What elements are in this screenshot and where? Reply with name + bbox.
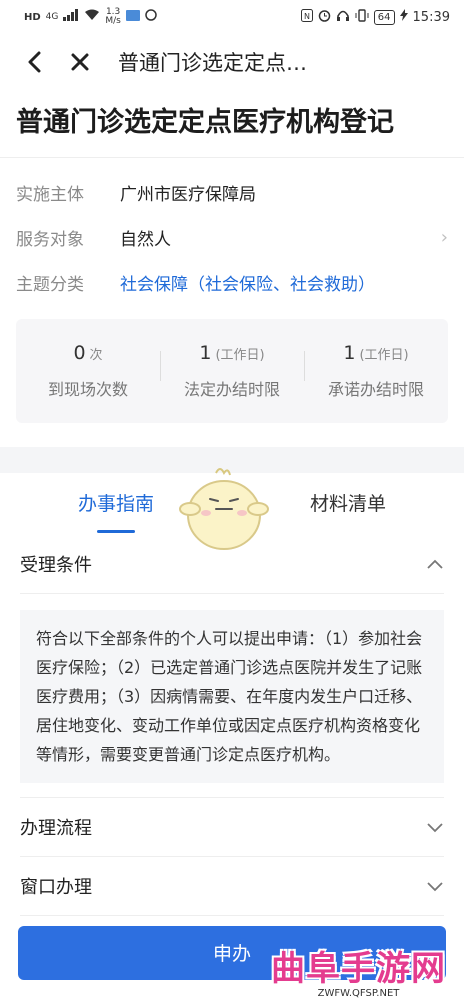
section-title: 办理流程 bbox=[20, 818, 92, 839]
signal-label: 4G bbox=[45, 12, 59, 22]
wifi-icon bbox=[84, 9, 100, 25]
section-body: 符合以下全部条件的个人可以提出申请：（1）参加社会医疗保险；（2）已选定普通门诊… bbox=[20, 610, 444, 783]
nfc-icon: N bbox=[300, 8, 313, 26]
info-label: 主题分类 bbox=[16, 275, 84, 295]
notification-icon bbox=[125, 9, 140, 25]
headphones-icon bbox=[336, 9, 350, 26]
info-row-category: 主题分类 社会保障（社会保险、社会救助） bbox=[16, 260, 448, 305]
chevron-right-icon: › bbox=[440, 227, 448, 248]
back-button[interactable] bbox=[18, 46, 50, 78]
info-value: 自然人 bbox=[120, 230, 171, 250]
page-title: 普通门诊选定定点医疗机构登记 bbox=[0, 90, 464, 158]
charging-icon bbox=[399, 9, 408, 25]
battery-level: 64 bbox=[373, 9, 395, 25]
section-title: 窗口办理 bbox=[20, 877, 92, 898]
stat-label: 到现场次数 bbox=[47, 380, 128, 399]
svg-text:N: N bbox=[304, 12, 310, 21]
chevron-left-icon bbox=[28, 51, 41, 73]
network-speed: 1.3 M/s bbox=[105, 7, 121, 26]
section-window[interactable]: 窗口办理 bbox=[20, 857, 444, 916]
stats-panel: 0次 到现场次数 1 (工作日) 法定办结时限 1 (工作日) 承诺办结时限 bbox=[16, 319, 448, 423]
stat-promised-limit: 1 (工作日) 承诺办结时限 bbox=[304, 319, 448, 423]
stat-label: 承诺办结时限 bbox=[327, 380, 424, 399]
stat-unit: 次 bbox=[89, 348, 103, 363]
category-link[interactable]: 社会保障（社会保险、社会救助） bbox=[120, 270, 448, 295]
section-process[interactable]: 办理流程 bbox=[20, 797, 444, 857]
watermark: 曲阜手游网 ZWFW.QFSP.NET bbox=[261, 941, 456, 999]
loading-icon bbox=[145, 9, 157, 25]
info-row-agency: 实施主体 广州市医疗保障局 bbox=[16, 170, 448, 215]
chevron-down-icon bbox=[427, 823, 443, 833]
close-icon bbox=[71, 53, 89, 71]
stat-number: 1 bbox=[343, 342, 356, 364]
watermark-text: 曲阜手游网 bbox=[271, 949, 446, 989]
info-label: 实施主体 bbox=[16, 185, 84, 205]
signal-icon bbox=[63, 9, 79, 25]
vibrate-icon bbox=[355, 8, 369, 26]
tab-bar: 办事指南 材料清单 bbox=[0, 468, 464, 550]
stat-unit: (工作日) bbox=[359, 348, 409, 363]
section-title: 受理条件 bbox=[20, 555, 92, 576]
stat-unit: (工作日) bbox=[215, 348, 265, 363]
stat-number: 0 bbox=[73, 342, 86, 364]
clock: 15:39 bbox=[412, 9, 450, 25]
stat-label: 法定办结时限 bbox=[183, 380, 280, 399]
network-type: HD bbox=[24, 11, 41, 23]
chevron-up-icon bbox=[427, 559, 443, 569]
stat-legal-limit: 1 (工作日) 法定办结时限 bbox=[160, 319, 304, 423]
info-value: 广州市医疗保障局 bbox=[120, 185, 256, 205]
status-bar: HD 4G 1.3 M/s N 64 15:39 bbox=[0, 0, 464, 34]
info-section: 实施主体 广州市医疗保障局 服务对象 自然人 › 主题分类 社会保障（社会保险、… bbox=[0, 158, 464, 305]
info-label: 服务对象 bbox=[16, 230, 84, 250]
stat-number: 1 bbox=[199, 342, 212, 364]
stat-visits: 0次 到现场次数 bbox=[16, 319, 160, 423]
alarm-icon bbox=[318, 9, 331, 26]
chevron-down-icon bbox=[427, 882, 443, 892]
close-button[interactable] bbox=[64, 46, 96, 78]
guide-content: 受理条件 符合以下全部条件的个人可以提出申请：（1）参加社会医疗保险；（2）已选… bbox=[0, 535, 464, 916]
nav-bar: 普通门诊选定定点… bbox=[0, 34, 464, 90]
mascot-sticker bbox=[179, 468, 269, 550]
nav-title: 普通门诊选定定点… bbox=[118, 51, 307, 75]
info-row-service-target[interactable]: 服务对象 自然人 › bbox=[16, 215, 448, 260]
